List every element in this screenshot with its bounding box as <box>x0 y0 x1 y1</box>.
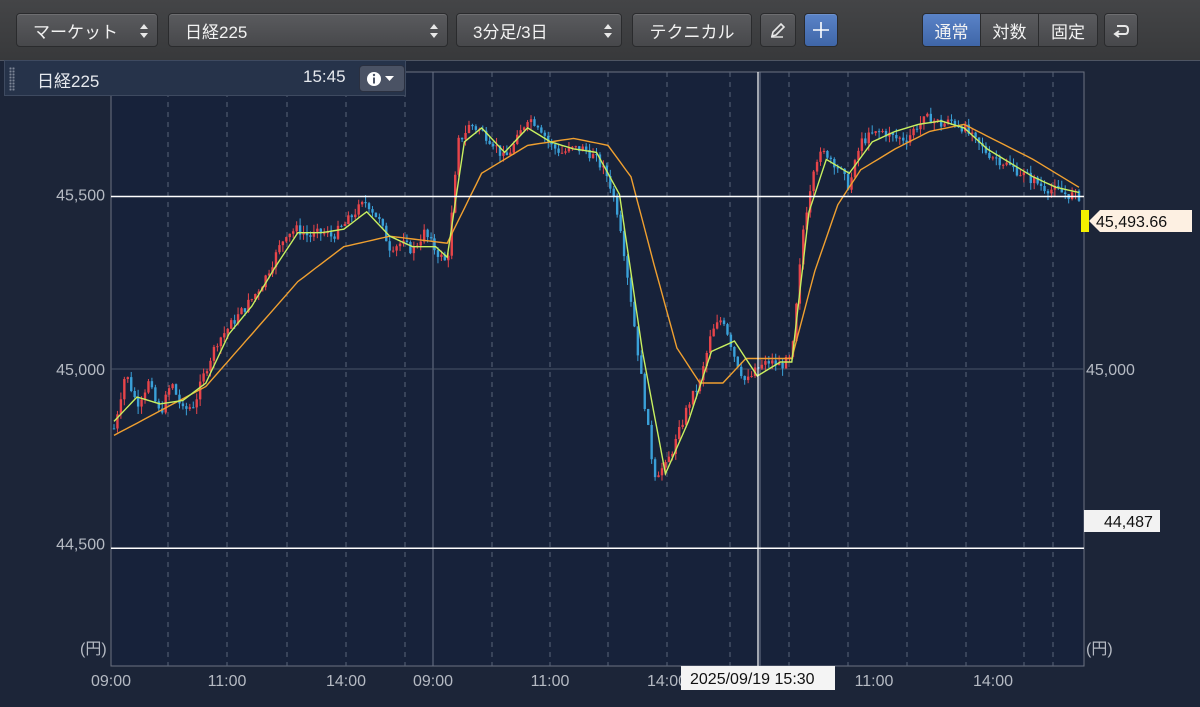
x-tick-label: 11:00 <box>531 673 570 690</box>
candle <box>154 384 157 403</box>
hline-value-label: 44,487 <box>1104 514 1153 531</box>
candle <box>1077 189 1081 203</box>
price-chart[interactable]: 45,500 45,000 44,500 45,000 09:00 11:00 14:0… <box>0 60 1200 707</box>
x-tick-label: 09:00 <box>413 673 453 690</box>
scale-mode-log[interactable]: 対数 <box>981 14 1039 46</box>
candle <box>650 420 653 464</box>
interval-select[interactable]: 3分足/3日 <box>456 13 622 47</box>
candle <box>643 372 646 412</box>
crosshair-date-tag: 2025/09/19 15:30 <box>681 666 835 690</box>
candle <box>147 379 150 394</box>
drag-grip-icon[interactable] <box>9 67 15 91</box>
candle <box>409 240 412 255</box>
scale-mode-label: 通常 <box>934 22 969 42</box>
pencil-button[interactable] <box>760 13 796 47</box>
scale-mode-group: 通常 対数 固定 <box>922 13 1098 47</box>
info-icon <box>367 71 394 86</box>
technical-button-label: テクニカル <box>649 22 735 42</box>
y-axis-left: 45,500 45,000 44,500 <box>56 187 105 553</box>
scale-mode-label: 固定 <box>1051 22 1085 42</box>
toolbar: マーケット 日経225 3分足/3日 テクニカル 通常 対数 固定 <box>0 0 1200 60</box>
info-symbol: 日経225 <box>37 72 100 91</box>
last-price-label: 45,493.66 <box>1096 214 1167 231</box>
scale-mode-normal[interactable]: 通常 <box>923 14 981 46</box>
candle <box>726 322 729 336</box>
y-unit-left: (円) <box>80 641 107 658</box>
hline-value-tag: 44,487 <box>1084 510 1160 532</box>
y-tick-label: 45,500 <box>56 187 105 204</box>
return-icon <box>1113 25 1130 38</box>
y-tick-label: 45,000 <box>56 362 105 379</box>
interval-select-label: 3分足/3日 <box>473 22 548 42</box>
y-tick-label: 44,500 <box>56 537 105 554</box>
x-tick-label: 11:00 <box>855 673 894 690</box>
y-tick-label-right: 45,000 <box>1086 362 1135 379</box>
market-select[interactable]: マーケット <box>16 13 158 47</box>
x-axis: 09:00 11:00 14:00 09:00 11:00 14:00 11:00 14:00 <box>91 673 1013 690</box>
market-select-label: マーケット <box>33 22 118 42</box>
last-price-tag: 45,493.66 <box>1081 210 1192 232</box>
x-tick-label: 11:00 <box>208 673 247 690</box>
y-axis-right: 45,000 <box>1086 362 1135 379</box>
info-time: 15:45 <box>303 67 346 86</box>
y-unit-right: (円) <box>1086 641 1113 658</box>
crosshair-date-label: 2025/09/19 15:30 <box>690 671 815 688</box>
candle <box>646 408 650 426</box>
symbol-select[interactable]: 日経225 <box>168 13 448 47</box>
crosshair-button[interactable] <box>804 13 838 47</box>
x-tick-label: 09:00 <box>91 673 131 690</box>
candle <box>853 158 857 179</box>
updown-arrows-icon <box>604 24 612 38</box>
symbol-select-label: 日経225 <box>185 22 248 42</box>
candle <box>374 212 378 218</box>
pencil-icon <box>770 22 786 38</box>
updown-arrows-icon <box>140 24 148 38</box>
x-tick-label: 14:00 <box>326 673 366 690</box>
candle <box>174 383 178 396</box>
crosshair-icon <box>813 22 829 38</box>
scale-mode-fixed[interactable]: 固定 <box>1039 14 1097 46</box>
info-menu-button[interactable] <box>359 65 405 92</box>
x-tick-label: 14:00 <box>973 673 1013 690</box>
info-panel: 日経225 15:45 <box>4 60 406 96</box>
scale-mode-label: 対数 <box>992 22 1027 42</box>
technical-button[interactable]: テクニカル <box>632 13 752 47</box>
updown-arrows-icon <box>430 24 438 38</box>
return-button[interactable] <box>1104 13 1138 47</box>
